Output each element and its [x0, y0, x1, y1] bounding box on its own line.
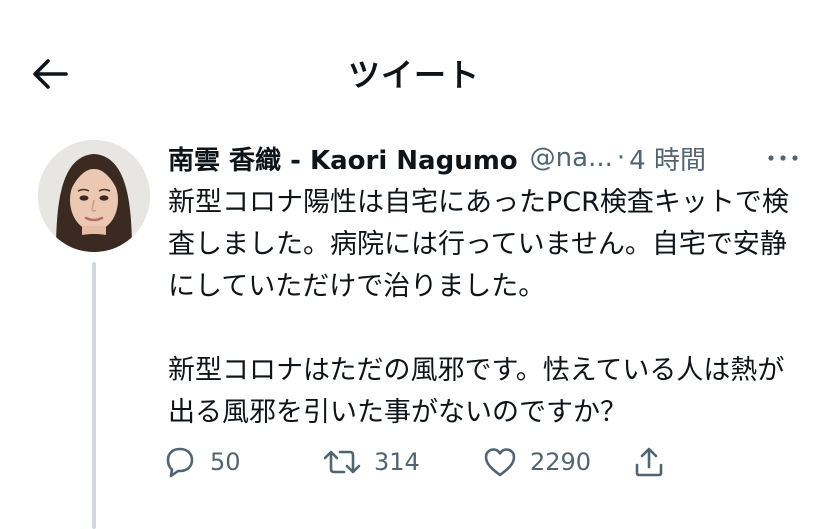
retweet-button[interactable]: 314	[322, 440, 420, 484]
reply-icon	[162, 445, 198, 479]
share-button[interactable]	[632, 440, 666, 484]
arrow-left-icon	[30, 56, 70, 92]
top-bar: ツイート	[0, 0, 828, 150]
thread-line	[92, 262, 96, 529]
share-icon	[632, 445, 666, 479]
retweet-icon	[322, 447, 362, 477]
timestamp[interactable]: 4 時間	[629, 140, 706, 177]
tweet-actions: 50 314 2290	[162, 440, 702, 484]
tweet-text: 新型コロナ陽性は自宅にあったPCR検査キットで検査しました。病院には行っていませ…	[168, 182, 808, 434]
handle[interactable]: @na...	[530, 143, 613, 173]
separator-dot: ·	[616, 143, 626, 173]
back-button[interactable]	[24, 52, 76, 96]
like-count: 2290	[530, 448, 592, 476]
like-button[interactable]: 2290	[482, 440, 591, 484]
page-title: ツイート	[347, 56, 480, 94]
heart-icon	[482, 446, 518, 478]
display-name[interactable]: 南雲 香織 - Kaori Nagumo	[168, 140, 518, 177]
more-horizontal-icon	[767, 154, 799, 162]
more-button[interactable]	[758, 140, 808, 176]
retweet-count: 314	[374, 448, 420, 476]
tweet-paragraph: 新型コロナはただの風邪です。怯えている人は熱が出る風邪を引いた事がないのですか？	[168, 355, 785, 428]
tweet-paragraph: 新型コロナ陽性は自宅にあったPCR検査キットで検査しました。病院には行っていませ…	[168, 187, 789, 302]
avatar-photo	[38, 140, 150, 252]
avatar[interactable]	[38, 140, 150, 252]
reply-count: 50	[210, 448, 241, 476]
reply-button[interactable]: 50	[162, 440, 241, 484]
tweet-header: 南雲 香織 - Kaori Nagumo @na... · 4 時間	[168, 136, 808, 180]
